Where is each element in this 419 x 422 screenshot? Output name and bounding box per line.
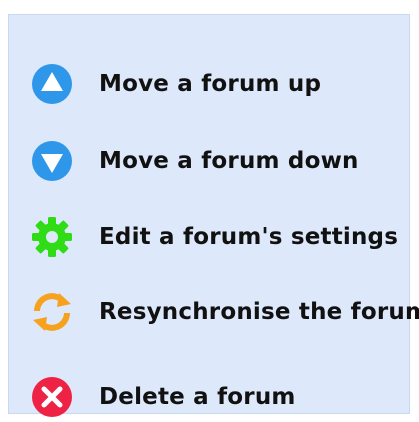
gear-icon[interactable] — [29, 214, 75, 260]
refresh-icon[interactable] — [29, 289, 75, 335]
arrow-up-circle-icon[interactable] — [29, 61, 75, 107]
move-forum-up-label: Move a forum up — [99, 71, 322, 97]
move-forum-down-label: Move a forum down — [99, 148, 359, 174]
arrow-down-circle-icon[interactable] — [29, 138, 75, 184]
delete-forum-label: Delete a forum — [99, 384, 296, 410]
resynchronise-forum-item[interactable]: Resynchronise the forum — [29, 287, 419, 337]
move-forum-up-item[interactable]: Move a forum up — [29, 59, 321, 109]
delete-forum-item[interactable]: Delete a forum — [29, 372, 296, 422]
delete-x-circle-icon[interactable] — [29, 374, 75, 420]
edit-forum-settings-item[interactable]: Edit a forum's settings — [29, 212, 398, 262]
edit-forum-settings-label: Edit a forum's settings — [99, 224, 399, 250]
resynchronise-forum-label: Resynchronise the forum — [99, 299, 419, 325]
forum-actions-legend: Move a forum up Move a forum down Edit a… — [8, 14, 419, 417]
move-forum-down-item[interactable]: Move a forum down — [29, 136, 359, 186]
